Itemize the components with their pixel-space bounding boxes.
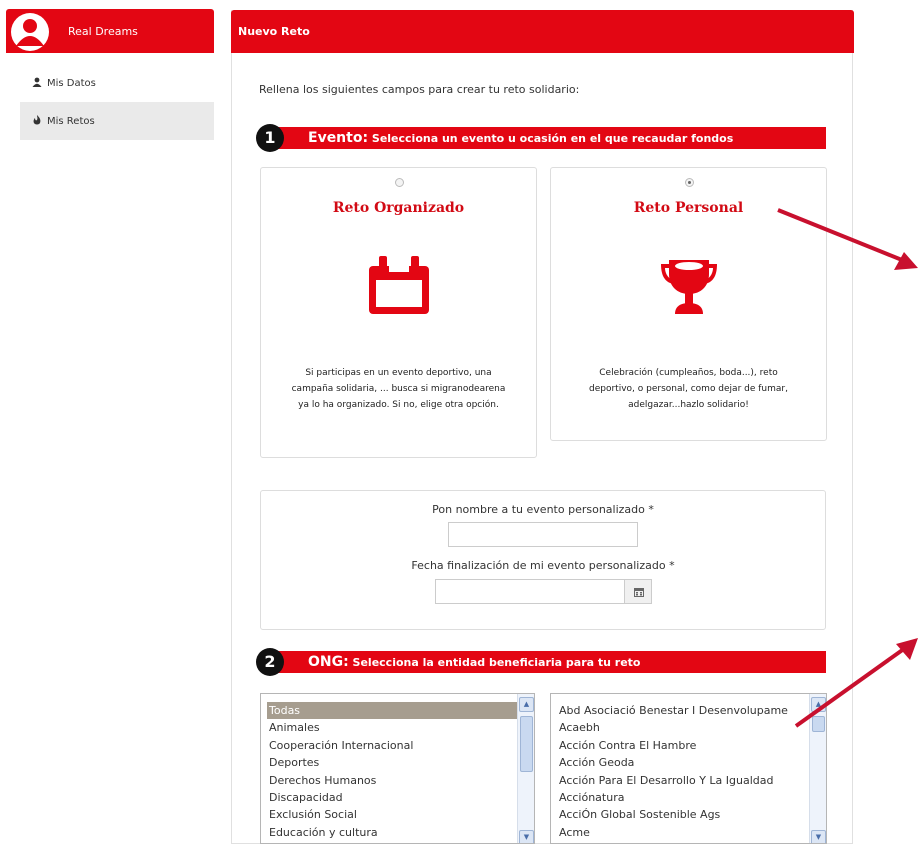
- sidebar-item-mis-datos[interactable]: Mis Datos: [20, 64, 214, 102]
- list-item[interactable]: Acción Para El Desarrollo Y La Igualdad: [551, 772, 808, 789]
- option-description: Si participas en un evento deportivo, un…: [291, 368, 506, 410]
- step-heading: ONG:: [308, 654, 349, 670]
- event-date-label: Fecha finalización de mi evento personal…: [411, 559, 675, 572]
- list-item[interactable]: Acaebh: [551, 719, 808, 736]
- date-picker-button[interactable]: [624, 579, 652, 604]
- list-item[interactable]: Acción Contra El Hambre: [551, 737, 808, 754]
- sidebar-item-mis-retos[interactable]: Mis Retos: [20, 102, 214, 140]
- annotation-arrow-icon: [777, 208, 918, 270]
- step-subheading: Selecciona un evento u ocasión en el que…: [368, 132, 734, 145]
- option-title: Reto Organizado: [332, 200, 465, 216]
- intro-text: Rellena los siguientes campos para crear…: [259, 83, 580, 96]
- user-icon: [32, 77, 44, 90]
- list-item[interactable]: Acción Geoda: [551, 754, 808, 771]
- step-2-bar: ONG: Selecciona la entidad beneficiaria …: [270, 651, 826, 673]
- category-listbox[interactable]: Todas Animales Cooperación Internacional…: [260, 693, 535, 844]
- main-panel: Nuevo Reto Rellena los siguientes campos…: [231, 10, 854, 844]
- organization-listbox[interactable]: Abd Asociació Benestar I Desenvolupame A…: [550, 693, 827, 844]
- sidebar-item-label: Mis Datos: [47, 77, 96, 89]
- category-scrollbar[interactable]: ▲ ▼: [517, 694, 534, 843]
- event-date-input[interactable]: [435, 579, 625, 604]
- annotation-arrow-icon: [794, 638, 918, 728]
- brand-name: Real Dreams: [68, 25, 138, 38]
- list-item[interactable]: Exclusión Social: [261, 806, 534, 823]
- scroll-up-icon[interactable]: ▲: [519, 697, 534, 712]
- category-options: Todas Animales Cooperación Internacional…: [261, 694, 534, 841]
- option-description: Celebración (cumpleaños, boda...), reto …: [589, 368, 788, 410]
- event-name-input[interactable]: [448, 522, 638, 547]
- page-title: Nuevo Reto: [238, 25, 310, 38]
- list-item[interactable]: Acciónatura: [551, 789, 808, 806]
- sidebar-item-label: Mis Retos: [47, 115, 95, 127]
- option-reto-organizado[interactable]: Reto Organizado Si participas en un even…: [260, 167, 537, 458]
- list-item[interactable]: Educación y cultura: [261, 824, 534, 841]
- event-name-label: Pon nombre a tu evento personalizado *: [432, 503, 654, 516]
- organization-options: Abd Asociació Benestar I Desenvolupame A…: [551, 694, 826, 841]
- list-item[interactable]: Deportes: [261, 754, 534, 771]
- list-item[interactable]: Cooperación Internacional: [261, 737, 534, 754]
- brand-logo-icon: [11, 13, 49, 51]
- list-item[interactable]: Acme: [551, 824, 808, 841]
- scroll-down-icon[interactable]: ▼: [519, 830, 534, 843]
- page: Real Dreams Mis Datos Mis Retos Nuevo Re…: [0, 0, 918, 844]
- scroll-down-icon[interactable]: ▼: [811, 830, 826, 843]
- step-1-bar: Evento: Selecciona un evento u ocasión e…: [270, 127, 826, 149]
- calendar-small-icon: [634, 588, 644, 597]
- step-heading: Evento:: [308, 130, 369, 146]
- radio-reto-personal[interactable]: [684, 178, 694, 187]
- fire-icon: [32, 114, 44, 128]
- step-number: 1: [256, 124, 284, 152]
- step-subheading: Selecciona la entidad beneficiaria para …: [348, 656, 641, 669]
- list-item[interactable]: Animales: [261, 719, 534, 736]
- sidebar: Real Dreams Mis Datos Mis Retos: [0, 0, 214, 844]
- radio-reto-organizado[interactable]: [394, 178, 404, 187]
- custom-event-form: Pon nombre a tu evento personalizado * F…: [260, 490, 826, 630]
- list-item[interactable]: Derechos Humanos: [261, 772, 534, 789]
- main-header: Nuevo Reto: [231, 10, 854, 53]
- list-item[interactable]: AcciÓn Global Sostenible Ags: [551, 806, 808, 823]
- trophy-icon: [660, 260, 717, 314]
- list-item[interactable]: Todas: [267, 702, 532, 720]
- step-number: 2: [256, 648, 284, 676]
- scroll-thumb[interactable]: [520, 716, 533, 772]
- calendar-icon: [368, 256, 429, 314]
- list-item[interactable]: Abd Asociació Benestar I Desenvolupame: [551, 702, 808, 719]
- list-item[interactable]: Discapacidad: [261, 789, 534, 806]
- sidebar-header: Real Dreams: [6, 9, 214, 53]
